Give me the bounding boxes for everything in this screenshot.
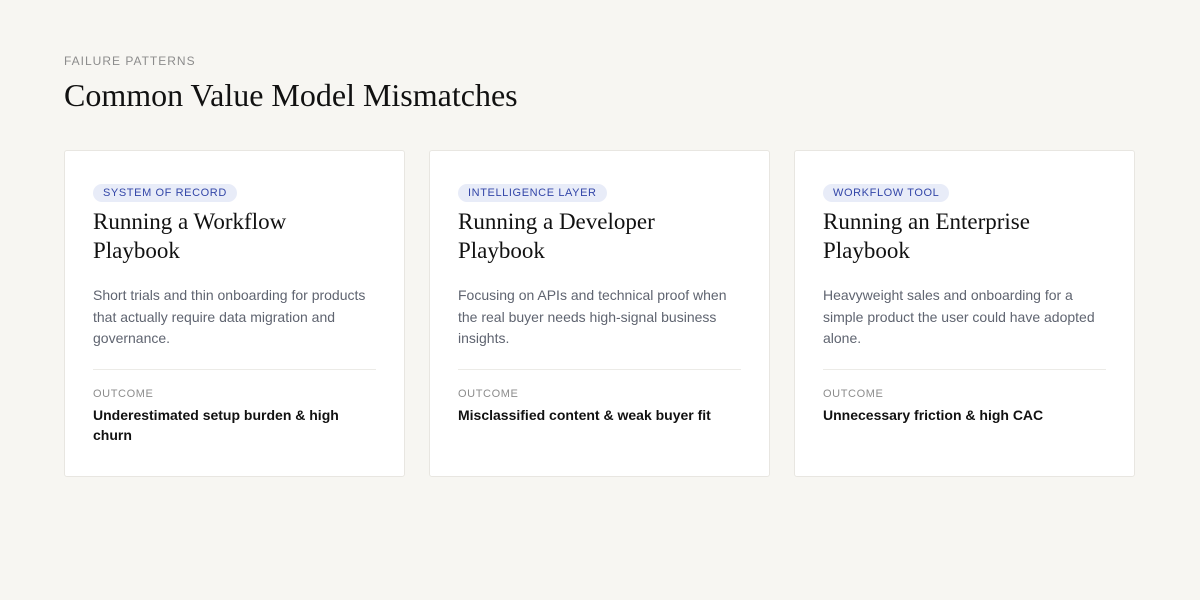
card-description: Focusing on APIs and technical proof whe… xyxy=(458,287,727,346)
card-divider xyxy=(458,369,741,370)
cards-container: SYSTEM OF RECORD Running a Workflow Play… xyxy=(64,150,1136,477)
outcome-value: Underestimated setup burden & high churn xyxy=(93,407,339,443)
outcome-label: OUTCOME xyxy=(93,388,154,400)
card-intelligence-layer: INTELLIGENCE LAYER Running a Developer P… xyxy=(429,150,770,477)
card-workflow-tool: WORKFLOW TOOL Running an Enterprise Play… xyxy=(794,150,1135,477)
section-title: Common Value Model Mismatches xyxy=(64,77,518,113)
outcome-value: Unnecessary friction & high CAC xyxy=(823,407,1044,423)
card-tag: WORKFLOW TOOL xyxy=(823,184,950,202)
card-system-of-record: SYSTEM OF RECORD Running a Workflow Play… xyxy=(64,150,405,477)
card-description: Short trials and thin onboarding for pro… xyxy=(93,287,366,346)
card-title: Running an Enterprise Playbook xyxy=(823,209,1030,263)
card-title: Running a Workflow Playbook xyxy=(93,209,287,263)
card-divider xyxy=(823,369,1106,370)
card-description: Heavyweight sales and onboarding for a s… xyxy=(823,287,1095,346)
section-eyebrow: FAILURE PATTERNS xyxy=(64,54,196,68)
outcome-value: Misclassified content & weak buyer fit xyxy=(458,407,711,423)
card-tag: INTELLIGENCE LAYER xyxy=(458,184,607,202)
card-tag: SYSTEM OF RECORD xyxy=(93,184,237,202)
outcome-label: OUTCOME xyxy=(458,388,519,400)
card-title: Running a Developer Playbook xyxy=(458,209,655,263)
outcome-label: OUTCOME xyxy=(823,388,884,400)
card-divider xyxy=(93,369,376,370)
